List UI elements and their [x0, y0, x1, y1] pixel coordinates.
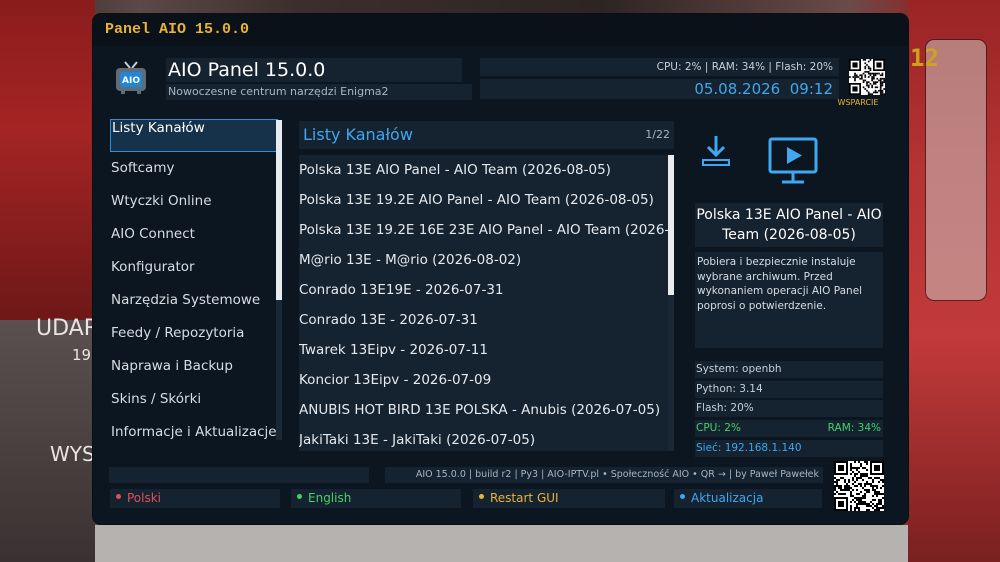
menu-item-informacje[interactable]: Informacje i Aktualizacje [110, 416, 278, 449]
selected-item-title: Polska 13E AIO Panel - AIO Team (2026-08… [695, 203, 883, 247]
date-time: 05.08.2026 09:12 [480, 79, 839, 99]
menu-item-label: Informacje i Aktualizacje [111, 424, 277, 440]
bg-red-wall [0, 0, 95, 320]
list-item[interactable]: Polska 13E 19.2E 16E 23E AIO Panel - AIO… [299, 215, 669, 245]
red-dot-icon [116, 494, 121, 499]
lang-polski-button[interactable]: Polski [110, 489, 280, 508]
date: 05.08.2026 [694, 80, 781, 98]
list-item[interactable]: Conrado 13E19E - 2026-07-31 [299, 275, 669, 305]
channel-list: Polska 13E AIO Panel - AIO Team (2026-08… [299, 155, 674, 451]
lang-english-button[interactable]: English [291, 489, 461, 508]
aio-tv-logo-icon: AIO [116, 61, 146, 94]
list-item[interactable]: ANUBIS HOT BIRD 13E POLSKA - Anubis (202… [299, 395, 669, 425]
footer-status-bar [109, 467, 369, 483]
menu-item-label: Skins / Skórki [111, 391, 202, 407]
menu-item-label: Listy Kanałów [112, 120, 205, 136]
list-item[interactable]: Polska 13E AIO Panel - AIO Team (2026-08… [299, 155, 669, 185]
menu-item-naprawa-backup[interactable]: Naprawa i Backup [110, 350, 278, 383]
blue-dot-icon [680, 494, 685, 499]
list-header: Listy Kanałów 1/22 [299, 121, 674, 149]
window-title: Panel AIO 15.0.0 [93, 14, 908, 46]
network-info: Sieć: 192.168.1.140 [695, 440, 883, 457]
bg-red-panel [908, 0, 1000, 562]
menu-item-listy-kanalow[interactable]: Listy Kanałów [110, 119, 278, 152]
menu-scrollbar[interactable] [276, 120, 282, 440]
menu-scrollbar-thumb[interactable] [276, 120, 282, 300]
menu-item-softcamy[interactable]: Softcamy [110, 152, 278, 185]
list-title: Listy Kanałów [303, 125, 413, 144]
aio-panel-window: Panel AIO 15.0.0 AIO AIO Panel 15.0.0 No… [93, 14, 908, 524]
menu-item-konfigurator[interactable]: Konfigurator [110, 251, 278, 284]
page-indicator: 1/22 [645, 128, 670, 141]
button-label: Restart GUI [490, 491, 559, 505]
list-scrollbar[interactable] [668, 155, 674, 451]
menu-item-label: Naprawa i Backup [111, 358, 233, 374]
footer-info: AIO 15.0.0 | build r2 | Py3 | AIO-IPTV.p… [385, 467, 823, 483]
menu-item-label: Wtyczki Online [111, 193, 212, 209]
bg-overlay-text: WYS [50, 442, 95, 466]
list-item[interactable]: Conrado 13E - 2026-07-31 [299, 305, 669, 335]
list-item[interactable]: JakiTaki 13E - JakiTaki (2026-07-05) [299, 425, 669, 451]
download-icon [702, 136, 730, 166]
menu-item-wtyczki-online[interactable]: Wtyczki Online [110, 185, 278, 218]
support-label: WSPARCIE [837, 98, 879, 107]
list-scrollbar-thumb[interactable] [668, 155, 674, 295]
menu-item-label: Narzędzia Systemowe [111, 292, 261, 308]
menu-item-feedy[interactable]: Feedy / Repozytoria [110, 317, 278, 350]
flash-info: Flash: 20% [695, 400, 883, 417]
cpu-info: CPU: 2% [696, 422, 741, 434]
support-qr-code[interactable] [849, 59, 885, 95]
green-dot-icon [297, 494, 302, 499]
menu-item-label: AIO Connect [111, 226, 195, 242]
bg-floor [95, 525, 908, 562]
community-qr-code[interactable] [834, 461, 884, 511]
bg-overlay-text: 19 [72, 346, 92, 364]
menu-item-skins[interactable]: Skins / Skórki [110, 383, 278, 416]
list-item[interactable]: M@rio 13E - M@rio (2026-08-02) [299, 245, 669, 275]
tv-play-icon [768, 137, 818, 184]
python-info: Python: 3.14 [695, 381, 883, 398]
ram-info: RAM: 34% [827, 422, 881, 434]
cpu-ram-info: CPU: 2% RAM: 34% [695, 420, 883, 437]
selected-item-description: Pobiera i bezpiecznie instaluje wybrane … [695, 252, 883, 348]
menu-item-label: Konfigurator [111, 259, 195, 275]
button-label: Aktualizacja [691, 491, 764, 505]
menu-item-aio-connect[interactable]: AIO Connect [110, 218, 278, 251]
bg-overlay-text: UDAR [36, 316, 99, 341]
bg-tag: 12 [910, 44, 939, 72]
system-info: System: openbh [695, 361, 883, 378]
button-label: English [308, 491, 352, 505]
list-item[interactable]: Twarek 13Eipv - 2026-07-11 [299, 335, 669, 365]
menu-item-narzedzia-systemowe[interactable]: Narzędzia Systemowe [110, 284, 278, 317]
restart-gui-button[interactable]: Restart GUI [473, 489, 665, 508]
app-subtitle: Nowoczesne centrum narzędzi Enigma2 [166, 84, 472, 100]
app-title: AIO Panel 15.0.0 [166, 58, 462, 82]
menu-item-label: Softcamy [111, 160, 175, 176]
list-item[interactable]: Polska 13E 19.2E AIO Panel - AIO Team (2… [299, 185, 669, 215]
yellow-dot-icon [479, 494, 484, 499]
time: 09:12 [789, 80, 833, 98]
button-label: Polski [127, 491, 162, 505]
update-button[interactable]: Aktualizacja [674, 489, 822, 508]
menu-item-label: Feedy / Repozytoria [111, 325, 245, 341]
svg-text:AIO: AIO [122, 76, 140, 86]
system-stats: CPU: 2% | RAM: 34% | Flash: 20% [480, 58, 839, 76]
list-item[interactable]: Koncior 13Eipv - 2026-07-09 [299, 365, 669, 395]
